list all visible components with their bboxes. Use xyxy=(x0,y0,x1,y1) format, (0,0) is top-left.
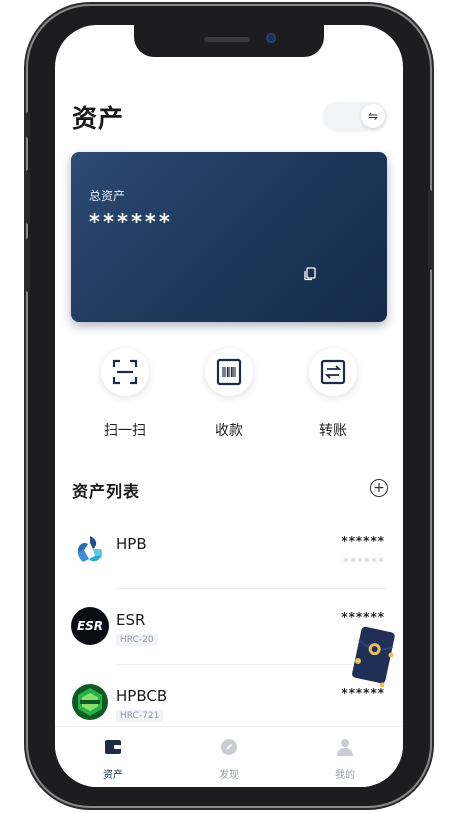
volume-up-button xyxy=(26,170,30,224)
scan-action[interactable]: 扫一扫 xyxy=(85,348,165,440)
asset-standard-tag: HRC-20 xyxy=(116,634,158,646)
asset-amount: ****** xyxy=(341,534,385,548)
total-assets-card[interactable]: 总资产 ****** xyxy=(71,152,387,322)
floating-gift-widget[interactable] xyxy=(350,625,396,689)
esr-logo: ESR xyxy=(71,607,109,645)
hpb-logo xyxy=(72,532,108,568)
notch xyxy=(134,25,324,57)
speaker-grille xyxy=(204,37,250,42)
transfer-label: 转账 xyxy=(319,423,347,439)
tab-mine[interactable]: 我的 xyxy=(305,737,385,781)
row-divider xyxy=(116,664,387,665)
power-button xyxy=(428,190,432,270)
tab-discover[interactable]: 发现 xyxy=(189,737,269,781)
asset-amount-secondary: ****** xyxy=(343,555,385,569)
app-screen: 资产 ⇋ 总资产 ****** 扫一扫 收款 转账 资产列表 + HPB ***… xyxy=(55,25,403,787)
wallet-icon xyxy=(105,740,121,754)
tab-label: 我的 xyxy=(335,770,355,781)
person-icon xyxy=(337,739,353,756)
transfer-action[interactable]: 转账 xyxy=(293,348,373,440)
asset-name: ESR xyxy=(116,611,146,629)
quick-actions: 扫一扫 收款 转账 xyxy=(55,348,403,448)
asset-list-title: 资产列表 xyxy=(72,482,141,501)
tab-label: 资产 xyxy=(103,770,123,781)
hpbcb-logo xyxy=(72,684,108,720)
asset-standard-tag: HRC-721 xyxy=(116,710,164,722)
tab-assets[interactable]: 资产 xyxy=(73,737,153,781)
receive-button[interactable] xyxy=(205,348,253,396)
add-asset-button[interactable]: + xyxy=(370,479,388,497)
transfer-icon xyxy=(320,359,346,385)
compass-icon xyxy=(221,739,237,755)
tab-label: 发现 xyxy=(219,770,239,781)
side-button xyxy=(26,112,30,138)
barcode-icon xyxy=(216,358,242,386)
scan-icon xyxy=(112,359,138,385)
swap-icon[interactable]: ⇋ xyxy=(361,104,385,128)
asset-name: HPB xyxy=(116,535,147,553)
receive-label: 收款 xyxy=(215,423,243,439)
transfer-button[interactable] xyxy=(309,348,357,396)
copy-icon[interactable] xyxy=(303,267,317,281)
asset-name: HPBCB xyxy=(116,687,168,705)
receive-action[interactable]: 收款 xyxy=(189,348,269,440)
total-assets-value: ****** xyxy=(89,210,173,234)
list-item-hpb[interactable]: HPB ****** ****** xyxy=(55,531,403,607)
volume-down-button xyxy=(26,238,30,292)
bottom-tab-bar: 资产 发现 我的 xyxy=(55,726,403,787)
esr-logo-text: ESR xyxy=(76,619,104,633)
row-divider xyxy=(116,588,387,589)
total-assets-label: 总资产 xyxy=(89,189,126,203)
scan-button[interactable] xyxy=(101,348,149,396)
scan-label: 扫一扫 xyxy=(104,423,146,439)
front-camera xyxy=(266,33,276,43)
page-title: 资产 xyxy=(72,104,125,133)
currency-toggle[interactable]: ⇋ xyxy=(323,102,387,130)
asset-amount: ****** xyxy=(341,610,385,624)
